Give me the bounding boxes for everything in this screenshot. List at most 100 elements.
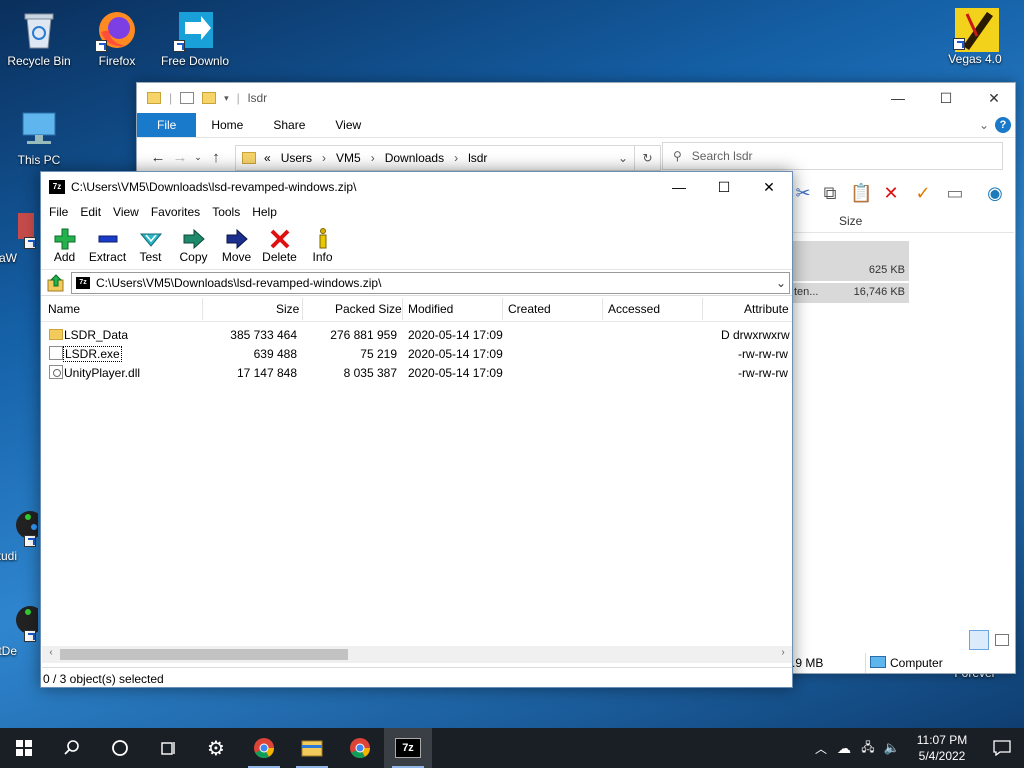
- recent-locations-icon[interactable]: ⌄: [191, 152, 205, 163]
- help-icon[interactable]: ?: [995, 117, 1011, 133]
- column-separator[interactable]: [302, 298, 303, 320]
- column-separator[interactable]: [502, 298, 503, 320]
- delete-icon[interactable]: ✕: [880, 182, 902, 204]
- chrome-button[interactable]: [240, 728, 288, 768]
- column-size[interactable]: Size: [276, 302, 299, 316]
- start-button[interactable]: [0, 728, 48, 768]
- desktop-icon-recycle-bin[interactable]: Recycle Bin: [1, 8, 77, 68]
- column-created[interactable]: Created: [508, 302, 551, 316]
- refresh-button[interactable]: ↻: [635, 144, 661, 171]
- network-icon[interactable]: 🖧: [856, 738, 880, 759]
- close-button[interactable]: ✕: [971, 87, 1017, 109]
- test-button[interactable]: Test: [129, 222, 172, 269]
- close-button[interactable]: ✕: [746, 176, 792, 198]
- desktop-icon-vegas[interactable]: Vegas 4.0: [937, 6, 1013, 66]
- explorer-title-bar[interactable]: | ▾ | lsdr — ☐ ✕: [137, 83, 1015, 113]
- notification-center-button[interactable]: [980, 740, 1024, 756]
- globe-icon[interactable]: ◉: [984, 182, 1006, 204]
- forward-arrow-icon[interactable]: →: [169, 149, 191, 166]
- list-item[interactable]: LSDR_Data 385 733 464 276 881 959 2020-0…: [41, 325, 792, 344]
- search-input[interactable]: ⚲ Search lsdr: [662, 142, 1003, 170]
- task-view-button[interactable]: [144, 728, 192, 768]
- paste-icon[interactable]: 📋: [850, 182, 872, 204]
- chevron-right-icon[interactable]: ›: [454, 151, 458, 165]
- scroll-left-icon[interactable]: ‹: [43, 647, 59, 658]
- file-explorer-button[interactable]: [288, 728, 336, 768]
- copy-icon[interactable]: ⧉: [819, 182, 841, 204]
- scrollbar-thumb[interactable]: [60, 649, 348, 660]
- copy-button[interactable]: Copy: [172, 222, 215, 269]
- breadcrumb-lsdr[interactable]: lsdr: [468, 151, 487, 165]
- minimize-button[interactable]: —: [656, 176, 702, 198]
- minimize-button[interactable]: —: [875, 87, 921, 109]
- ribbon-expand-icon[interactable]: ⌄: [979, 113, 989, 137]
- breadcrumb-downloads[interactable]: Downloads: [385, 151, 444, 165]
- menu-tools[interactable]: Tools: [206, 205, 246, 219]
- info-button[interactable]: Info: [301, 222, 344, 269]
- cut-icon[interactable]: ✂: [792, 182, 814, 204]
- column-packed-size[interactable]: Packed Size: [335, 302, 402, 316]
- scroll-right-icon[interactable]: ›: [775, 647, 791, 658]
- tab-view[interactable]: View: [320, 113, 376, 137]
- 7zip-window[interactable]: 7z C:\Users\VM5\Downloads\lsd-revamped-w…: [40, 171, 793, 688]
- breadcrumb-vm5[interactable]: VM5: [336, 151, 361, 165]
- menu-edit[interactable]: Edit: [74, 205, 107, 219]
- desktop-icon-this-pc[interactable]: This PC: [1, 107, 77, 167]
- extract-button[interactable]: Extract: [86, 222, 129, 269]
- volume-icon[interactable]: 🔈: [880, 740, 904, 756]
- column-size[interactable]: Size: [839, 214, 862, 228]
- tab-share[interactable]: Share: [258, 113, 320, 137]
- cortana-button[interactable]: [96, 728, 144, 768]
- new-folder-icon[interactable]: [202, 92, 217, 104]
- up-arrow-icon[interactable]: ↑: [205, 149, 227, 166]
- tab-file[interactable]: File: [137, 113, 197, 137]
- chevron-right-icon[interactable]: ›: [371, 151, 375, 165]
- desktop-icon-free-download[interactable]: Free Downlo: [157, 8, 233, 68]
- column-separator[interactable]: [702, 298, 703, 320]
- quick-access-dropdown-icon[interactable]: ▾: [224, 93, 229, 104]
- add-button[interactable]: Add: [43, 222, 86, 269]
- column-modified[interactable]: Modified: [408, 302, 453, 316]
- menu-view[interactable]: View: [107, 205, 145, 219]
- menu-help[interactable]: Help: [246, 205, 283, 219]
- path-input[interactable]: 7z C:\Users\VM5\Downloads\lsd-revamped-w…: [71, 271, 790, 294]
- move-button[interactable]: Move: [215, 222, 258, 269]
- up-folder-button[interactable]: [41, 271, 71, 295]
- table-row[interactable]: 625 KB: [792, 261, 909, 281]
- breadcrumb-overflow[interactable]: «: [264, 151, 271, 165]
- maximize-button[interactable]: ☐: [701, 176, 747, 198]
- onedrive-cloud-icon[interactable]: ☁: [832, 740, 856, 757]
- settings-button[interactable]: ⚙: [192, 728, 240, 768]
- list-item[interactable]: LSDR.exe 639 488 75 219 2020-05-14 17:09…: [41, 344, 792, 363]
- menu-file[interactable]: File: [43, 205, 74, 219]
- desktop-icon-firefox[interactable]: Firefox: [79, 8, 155, 68]
- address-bar[interactable]: « Users › VM5 › Downloads › lsdr ⌄: [235, 144, 635, 171]
- properties-icon[interactable]: [180, 92, 195, 104]
- maximize-button[interactable]: ☐: [923, 87, 969, 109]
- column-separator[interactable]: [202, 298, 203, 320]
- list-item[interactable]: UnityPlayer.dll 17 147 848 8 035 387 202…: [41, 363, 792, 382]
- chevron-right-icon[interactable]: ›: [322, 151, 326, 165]
- checkmark-icon[interactable]: ✓: [912, 182, 934, 204]
- table-row[interactable]: [792, 241, 909, 261]
- rename-icon[interactable]: ▭: [944, 182, 966, 204]
- column-accessed[interactable]: Accessed: [608, 302, 660, 316]
- chevron-down-icon[interactable]: ⌄: [618, 151, 628, 165]
- 7zip-title-bar[interactable]: 7z C:\Users\VM5\Downloads\lsd-revamped-w…: [41, 172, 792, 202]
- chevron-up-icon[interactable]: ︿: [810, 740, 832, 757]
- 7zip-taskbar-button[interactable]: 7z: [384, 728, 432, 768]
- table-row[interactable]: ten... 16,746 KB: [792, 283, 909, 303]
- horizontal-scrollbar[interactable]: ‹ ›: [42, 646, 792, 663]
- menu-favorites[interactable]: Favorites: [145, 205, 206, 219]
- clock[interactable]: 11:07 PM 5/4/2022: [904, 732, 980, 764]
- chrome-button-2[interactable]: [336, 728, 384, 768]
- search-button[interactable]: [48, 728, 96, 768]
- column-attributes[interactable]: Attribute: [744, 302, 789, 316]
- back-arrow-icon[interactable]: ←: [147, 149, 169, 166]
- chevron-down-icon[interactable]: ⌄: [773, 276, 789, 290]
- column-separator[interactable]: [402, 298, 403, 320]
- delete-button[interactable]: Delete: [258, 222, 301, 269]
- column-name[interactable]: Name: [48, 302, 80, 316]
- details-view-icon[interactable]: [969, 630, 989, 650]
- column-separator[interactable]: [602, 298, 603, 320]
